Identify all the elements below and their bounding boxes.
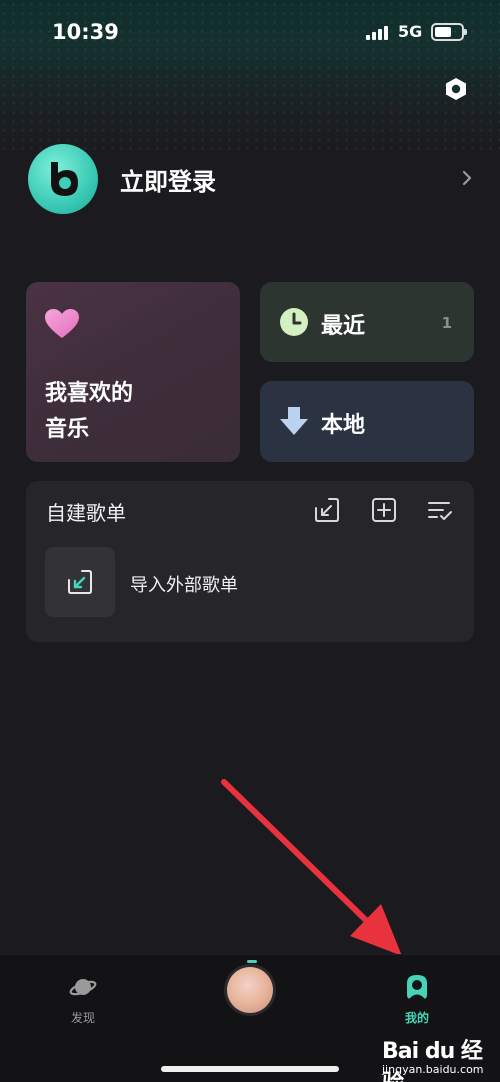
manage-list-icon[interactable] (427, 497, 453, 523)
planet-icon (69, 979, 97, 996)
home-indicator[interactable] (161, 1066, 339, 1072)
profile-icon (407, 975, 427, 999)
status-bar: 10:39 5G (0, 0, 500, 66)
favorite-music-label: 我喜欢的 音乐 (45, 376, 225, 448)
favorite-label-line2: 音乐 (45, 417, 90, 442)
custom-playlists-title: 自建歌单 (46, 501, 126, 525)
tab-mine[interactable]: 我的 (377, 969, 457, 1033)
settings-hexagon-icon[interactable] (444, 77, 468, 101)
battery-icon (431, 23, 467, 41)
baidu-jingyan-watermark: Bai du 经验 jingyan.baidu.com (380, 1033, 498, 1082)
playing-indicator (247, 960, 257, 963)
add-playlist-icon[interactable] (371, 497, 397, 523)
watermark-url: jingyan.baidu.com (382, 1063, 484, 1076)
custom-playlists-panel: 自建歌单 导入外部歌单 (26, 481, 474, 642)
import-playlist-icon (68, 570, 92, 594)
recent-card[interactable]: 最近 1 (260, 282, 474, 362)
local-label: 本地 (321, 413, 366, 438)
login-label[interactable]: 立即登录 (120, 162, 216, 197)
app-logo-icon (51, 162, 78, 196)
recent-count: 1 (441, 314, 452, 332)
clock-icon (280, 308, 308, 336)
import-icon[interactable] (314, 497, 340, 523)
tab-discover[interactable]: 发现 (43, 969, 123, 1033)
download-arrow-icon (280, 407, 308, 435)
import-playlist-label[interactable]: 导入外部歌单 (130, 571, 238, 597)
tab-mine-label: 我的 (404, 1011, 429, 1025)
status-time: 10:39 (52, 20, 119, 44)
tab-discover-label: 发现 (70, 1011, 95, 1025)
chevron-right-icon[interactable] (460, 168, 474, 188)
avatar[interactable] (28, 144, 98, 214)
local-card[interactable]: 本地 (260, 381, 474, 462)
network-type: 5G (398, 22, 423, 41)
login-row[interactable]: 立即登录 (28, 144, 480, 214)
favorite-music-card[interactable]: 我喜欢的 音乐 (26, 282, 240, 462)
favorite-label-line1: 我喜欢的 (45, 381, 134, 406)
recent-label: 最近 (321, 314, 366, 339)
import-playlist-tile[interactable] (45, 547, 115, 617)
signal-icon (366, 26, 388, 40)
now-playing-disc[interactable] (227, 967, 273, 1013)
heart-icon (45, 309, 79, 338)
